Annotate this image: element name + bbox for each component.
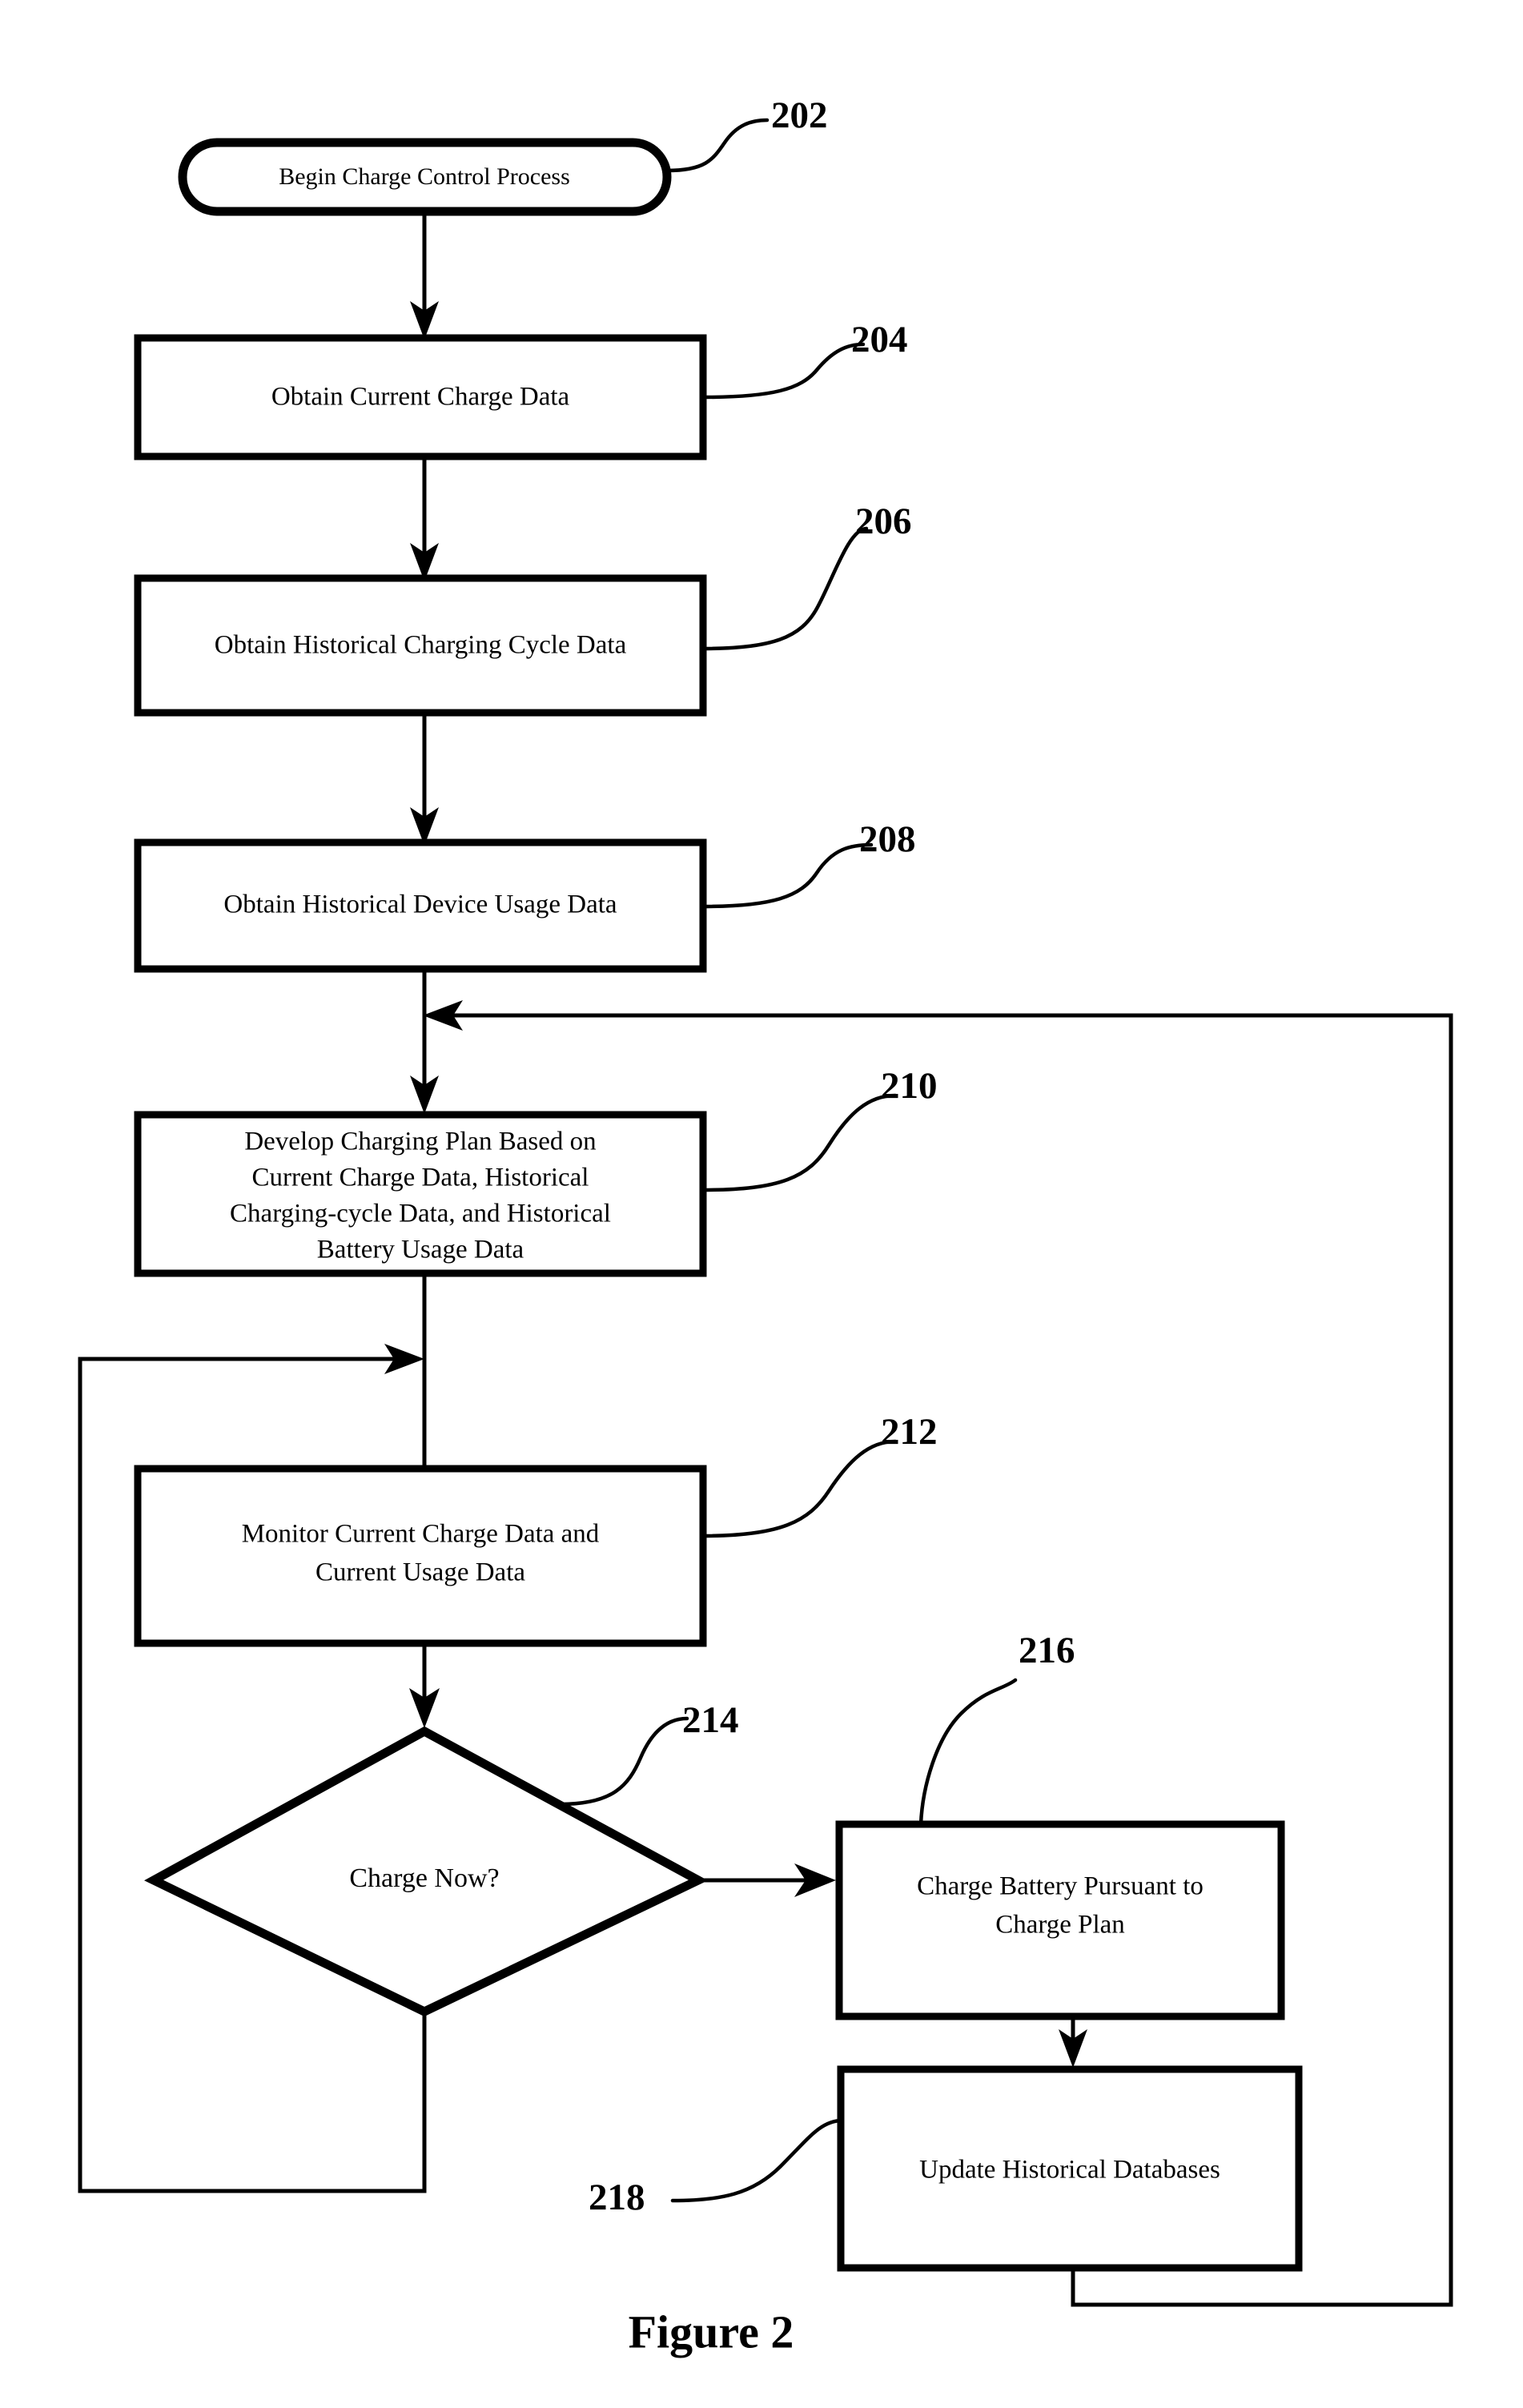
- node-label-216-line-2: Charge Plan: [995, 1911, 1125, 1940]
- ref-numeral-214: 214: [682, 1699, 739, 1741]
- node-charge-battery-pursuant-to-charge-plan[interactable]: Charge Battery Pursuant to Charge Plan: [835, 1820, 1285, 2020]
- ref-numeral-206: 206: [855, 500, 912, 542]
- node-label-210-line-4: Battery Usage Data: [317, 1236, 524, 1264]
- process-shape: [134, 1465, 707, 1647]
- node-monitor-current-charge-and-usage-data[interactable]: Monitor Current Charge Data and Current …: [134, 1465, 707, 1647]
- node-label-218: Update Historical Databases: [919, 2156, 1220, 2185]
- node-label-210-line-3: Charging-cycle Data, and Historical: [230, 1200, 611, 1228]
- node-label-202: Begin Charge Control Process: [279, 163, 570, 190]
- connector-206-to-208: [410, 711, 439, 846]
- node-label-210-line-2: Current Charge Data, Historical: [252, 1164, 589, 1192]
- ref-numeral-214-group: 214: [558, 1699, 739, 1807]
- ref-numeral-204: 204: [851, 319, 908, 360]
- node-label-204: Obtain Current Charge Data: [271, 383, 570, 412]
- connector-214-to-216: [698, 1863, 836, 1897]
- node-charge-now-decision[interactable]: Charge Now?: [144, 1726, 709, 2017]
- node-develop-charging-plan[interactable]: Develop Charging Plan Based on Current C…: [134, 1111, 707, 1277]
- node-obtain-historical-charging-cycle-data[interactable]: Obtain Historical Charging Cycle Data: [134, 574, 707, 717]
- node-obtain-current-charge-data[interactable]: Obtain Current Charge Data: [134, 334, 707, 460]
- connector-208-to-210: [410, 969, 439, 1114]
- connector-216-to-218: [1059, 2016, 1087, 2068]
- ref-numeral-208: 208: [859, 818, 916, 860]
- ref-numeral-206-group: 206: [701, 500, 912, 651]
- node-label-210-line-1: Develop Charging Plan Based on: [244, 1128, 596, 1156]
- connector-202-to-204: [410, 211, 439, 340]
- ref-numeral-212: 212: [881, 1411, 938, 1453]
- ref-numeral-202-group: 202: [665, 94, 828, 173]
- ref-numeral-218-group: 218: [589, 2118, 845, 2218]
- connector-204-to-206: [410, 456, 439, 581]
- patent-figure: Begin Charge Control Process Obtain Curr…: [0, 0, 1523, 2408]
- ref-numeral-208-group: 208: [701, 818, 916, 909]
- node-update-historical-databases[interactable]: Update Historical Databases: [837, 2065, 1303, 2272]
- node-label-216-line-1: Charge Battery Pursuant to: [917, 1872, 1204, 1901]
- connector-212-to-214: [409, 1643, 440, 1728]
- ref-numeral-216-group: 216: [918, 1630, 1075, 1827]
- ref-numeral-204-group: 204: [701, 319, 908, 400]
- node-begin-charge-control-process[interactable]: Begin Charge Control Process: [178, 138, 672, 216]
- ref-numeral-212-group: 212: [701, 1411, 938, 1538]
- figure-caption: Figure 2: [629, 2305, 794, 2358]
- node-label-212-line-1: Monitor Current Charge Data and: [242, 1520, 600, 1549]
- ref-numeral-216: 216: [1019, 1630, 1075, 1671]
- ref-numeral-210: 210: [881, 1065, 938, 1107]
- ref-numeral-202: 202: [771, 94, 828, 136]
- node-label-206: Obtain Historical Charging Cycle Data: [215, 631, 627, 660]
- ref-numeral-218: 218: [589, 2177, 645, 2218]
- node-label-214: Charge Now?: [349, 1863, 499, 1893]
- ref-numeral-210-group: 210: [701, 1065, 938, 1192]
- flowchart-diagram: Begin Charge Control Process Obtain Curr…: [78, 94, 1453, 2358]
- node-obtain-historical-device-usage-data[interactable]: Obtain Historical Device Usage Data: [134, 838, 707, 973]
- node-label-212-line-2: Current Usage Data: [315, 1558, 525, 1587]
- node-label-208: Obtain Historical Device Usage Data: [223, 890, 617, 919]
